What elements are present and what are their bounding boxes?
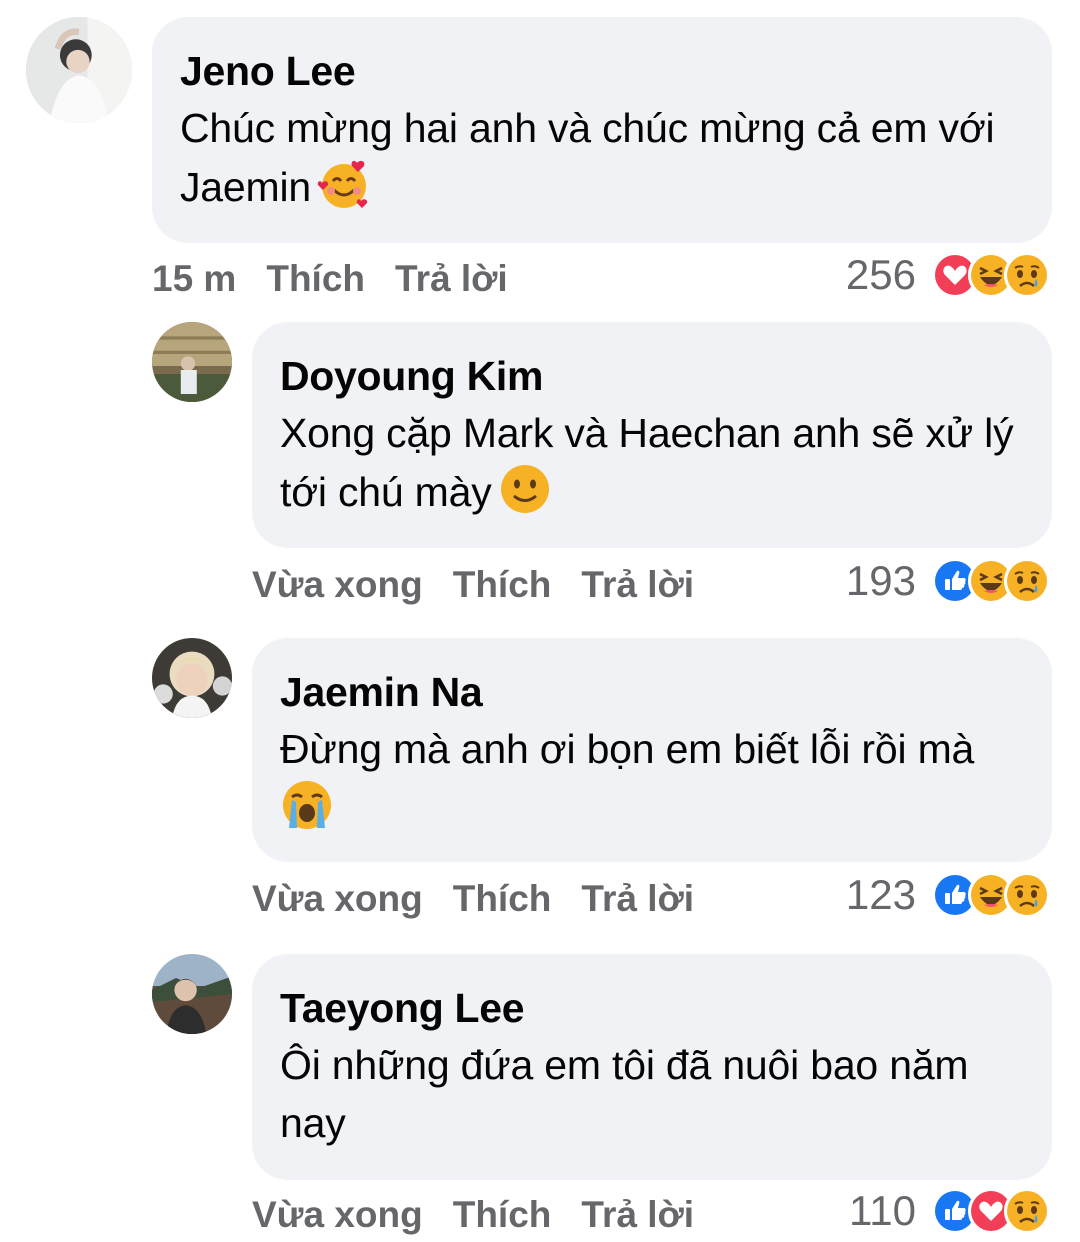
comment-bubble[interactable]: Jaemin Na Đừng mà anh ơi bọn em biết lỗi… [252, 638, 1052, 862]
avatar[interactable] [26, 17, 132, 123]
reaction-summary[interactable]: 256 [846, 250, 1050, 300]
comment-author[interactable]: Doyoung Kim [280, 348, 1024, 404]
sad-reaction-icon [1004, 1188, 1050, 1234]
comment-meta: 15 m Thích Trả lời [152, 254, 538, 304]
comment-text: Xong cặp Mark và Haechan anh sẽ xử lý tớ… [280, 404, 1024, 531]
reply-button[interactable]: Trả lời [395, 258, 508, 300]
reaction-summary[interactable]: 110 [849, 1186, 1050, 1236]
avatar[interactable] [152, 322, 232, 402]
avatar[interactable] [152, 954, 232, 1034]
slightly-smiling-face-icon [498, 462, 552, 531]
comment-meta: Vừa xong Thích Trả lời [252, 1190, 724, 1240]
reply-button[interactable]: Trả lời [581, 1194, 694, 1236]
comment-author[interactable]: Jaemin Na [280, 664, 1024, 720]
like-button[interactable]: Thích [453, 878, 552, 920]
reaction-count: 123 [845, 871, 916, 918]
reaction-summary[interactable]: 193 [846, 556, 1050, 606]
comment-text: Chúc mừng hai anh và chúc mừng cả em với… [180, 99, 1024, 226]
comment-time: Vừa xong [252, 878, 423, 919]
loudly-crying-face-icon [280, 778, 334, 847]
comment-text: Đừng mà anh ơi bọn em biết lỗi rồi mà [280, 720, 1024, 847]
comment-author[interactable]: Jeno Lee [180, 43, 1024, 99]
comment-bubble[interactable]: Doyoung Kim Xong cặp Mark và Haechan anh… [252, 322, 1052, 548]
comment-time: 15 m [152, 258, 237, 299]
reaction-summary[interactable]: 123 [846, 870, 1050, 920]
reply-button[interactable]: Trả lời [581, 878, 694, 920]
comment-meta: Vừa xong Thích Trả lời [252, 874, 724, 924]
avatar[interactable] [152, 638, 232, 718]
comment-bubble[interactable]: Jeno Lee Chúc mừng hai anh và chúc mừng … [152, 17, 1052, 243]
sad-reaction-icon [1004, 558, 1050, 604]
sad-reaction-icon [1004, 872, 1050, 918]
reaction-count: 193 [845, 557, 916, 604]
comment-bubble[interactable]: Taeyong Lee Ôi những đứa em tôi đã nuôi … [252, 954, 1052, 1180]
like-button[interactable]: Thích [266, 258, 365, 300]
comment-time: Vừa xong [252, 564, 423, 605]
like-button[interactable]: Thích [453, 1194, 552, 1236]
comment-text: Ôi những đứa em tôi đã nuôi bao năm nay [280, 1042, 969, 1146]
reaction-count: 110 [849, 1187, 916, 1234]
like-button[interactable]: Thích [453, 564, 552, 606]
sad-reaction-icon [1004, 252, 1050, 298]
reaction-count: 256 [845, 251, 916, 298]
comment-meta: Vừa xong Thích Trả lời [252, 560, 724, 610]
comment-author[interactable]: Taeyong Lee [280, 980, 1024, 1036]
smiling-face-with-hearts-icon [317, 157, 371, 226]
comment-time: Vừa xong [252, 1194, 423, 1235]
reply-button[interactable]: Trả lời [581, 564, 694, 606]
